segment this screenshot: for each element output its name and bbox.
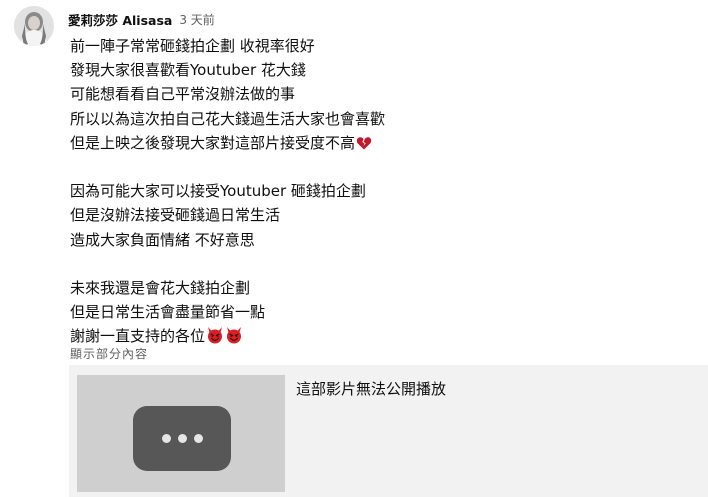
comment-line: 所以以為這次拍自己花大錢過生活大家也會喜歡: [70, 109, 386, 128]
dot: [161, 434, 171, 443]
comment-line: 但是沒辦法接受砸錢過日常生活: [70, 206, 281, 225]
comment-line: 未來我還是會花大錢拍企劃: [70, 278, 251, 297]
comment-line: 發現大家很喜歡看Youtuber 花大錢: [70, 61, 306, 80]
comment-line: 因為可能大家可以接受Youtuber 砸錢拍企劃: [70, 182, 366, 201]
avatar[interactable]: [14, 6, 54, 46]
smiling-devil-icon: [206, 326, 224, 351]
broken-heart-icon: [356, 134, 372, 158]
dot: [193, 434, 203, 443]
author-name[interactable]: 愛莉莎莎 Alisasa: [68, 10, 172, 29]
comment-timestamp[interactable]: 3 天前: [179, 11, 214, 28]
comment-text: 前一陣子常常砸錢拍企劃 收視率很好 發現大家很喜歡看Youtuber 花大錢 可…: [70, 34, 690, 348]
comment-line: 前一陣子常常砸錢拍企劃 收視率很好: [70, 37, 315, 55]
smiling-devil-icon: [225, 326, 243, 351]
comment-line: 但是上映之後發現大家對這部片接受度不高: [70, 133, 356, 152]
video-card[interactable]: 這部影片無法公開播放: [69, 365, 708, 497]
comment-line: 造成大家負面情緒 不好意思: [70, 230, 255, 249]
comment-line: 謝謝一直支持的各位: [70, 327, 206, 346]
video-thumbnail[interactable]: [77, 375, 285, 492]
comment-line: 可能想看看自己平常沒辦法做的事: [70, 85, 296, 104]
comment-line-blank: [70, 155, 690, 179]
comment-line: 但是日常生活會盡量節省一點: [70, 303, 266, 322]
dot: [177, 434, 187, 443]
comment-line-blank: [70, 252, 690, 276]
comment-line-with-emoji: 但是上映之後發現大家對這部片接受度不高: [70, 131, 690, 155]
show-less-button[interactable]: 顯示部分內容: [70, 345, 148, 362]
more-horizontal-icon: [133, 406, 231, 471]
comment-header: 愛莉莎莎 Alisasa 3 天前: [68, 10, 215, 28]
comment-line-with-emoji: 謝謝一直支持的各位: [70, 324, 690, 348]
video-title[interactable]: 這部影片無法公開播放: [296, 378, 446, 399]
